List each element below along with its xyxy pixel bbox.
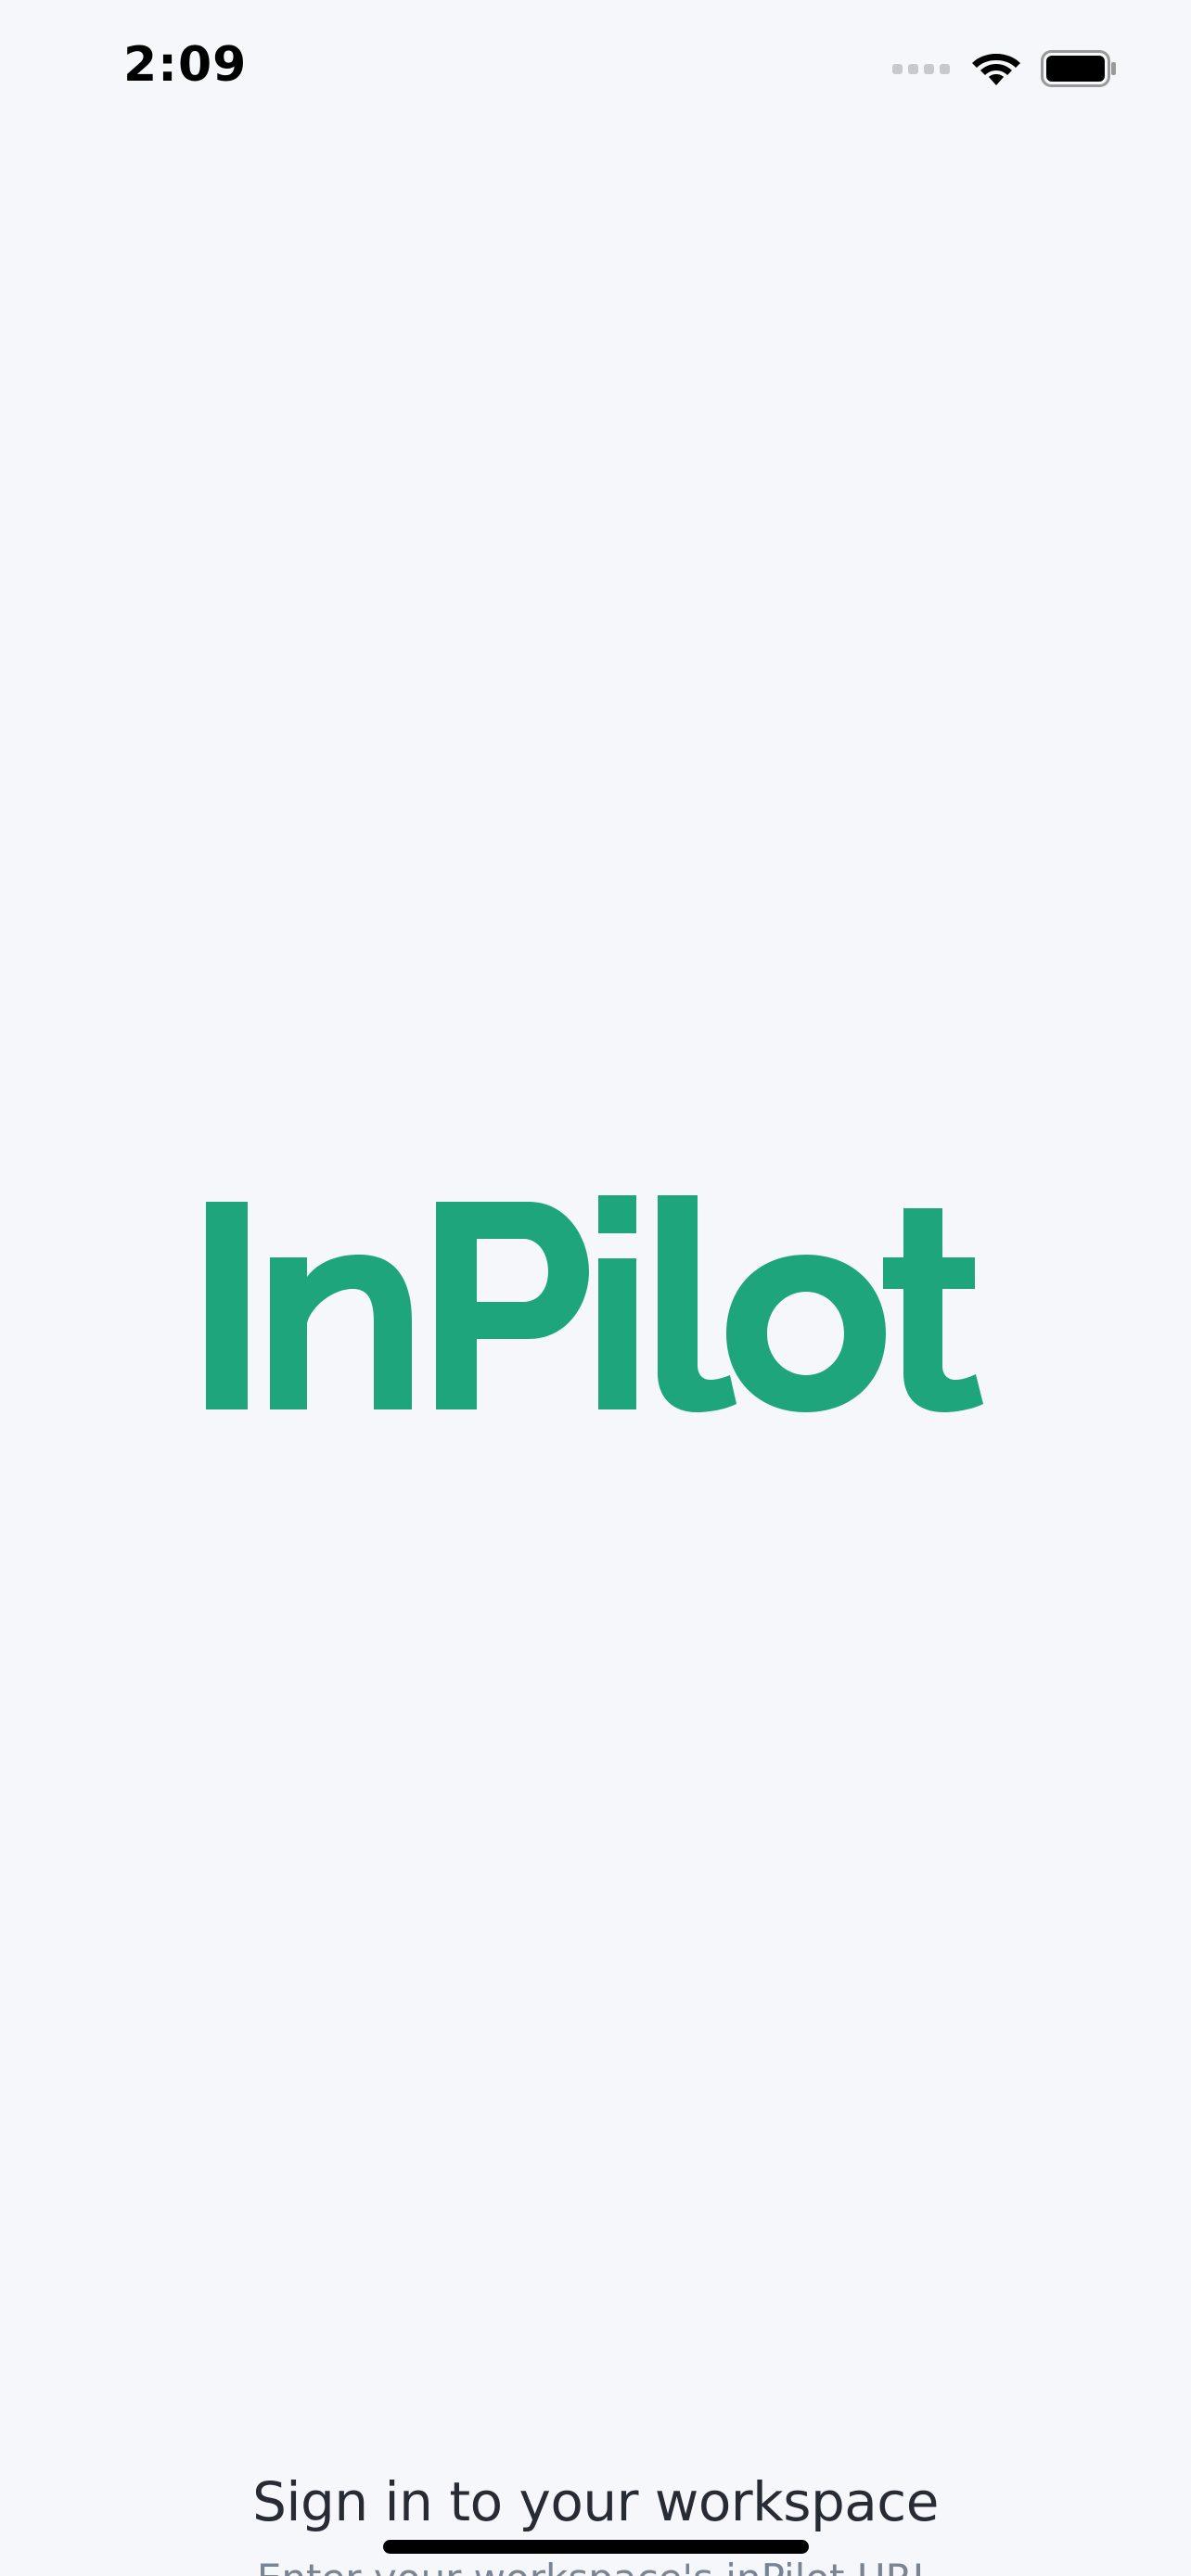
home-indicator[interactable] — [383, 2540, 809, 2554]
status-bar: 2:09 — [0, 0, 1191, 139]
sign-in-title: Sign in to your workspace — [252, 2470, 939, 2533]
battery-icon — [1041, 50, 1116, 87]
cellular-signal-icon — [892, 63, 950, 74]
inpilot-logo — [206, 1195, 983, 1412]
sign-in-subtitle: Enter your workspace's inPilot URL — [0, 2556, 1191, 2576]
sign-in-section: Sign in to your workspace Enter your wor… — [0, 2457, 1191, 2576]
status-time: 2:09 — [123, 37, 248, 93]
status-icons — [892, 48, 1117, 89]
wifi-icon — [972, 54, 1020, 85]
